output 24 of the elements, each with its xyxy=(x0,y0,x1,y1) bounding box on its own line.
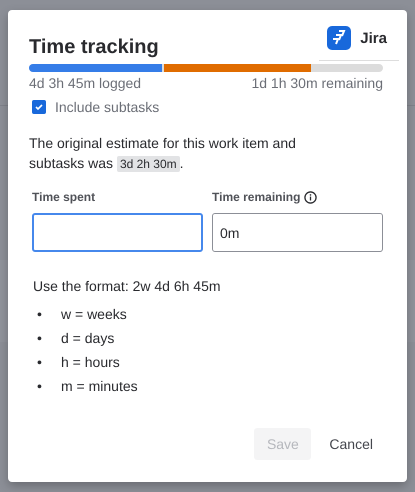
remaining-label: 1d 1h 30m remaining xyxy=(251,75,383,91)
time-input[interactable] xyxy=(32,213,203,252)
bullet: • xyxy=(37,305,43,323)
info-icon[interactable] xyxy=(304,190,318,204)
checkbox-label: Include subtasks xyxy=(55,99,160,115)
checkbox[interactable] xyxy=(32,100,46,114)
cancel-button[interactable]: Cancel xyxy=(319,428,383,460)
time-input[interactable]: 0m xyxy=(212,213,383,252)
field-label: Time spent xyxy=(32,190,96,204)
unit-item: d = days xyxy=(61,329,114,347)
unit-item: w = weeks xyxy=(61,305,127,323)
check-icon xyxy=(34,102,44,112)
bullet: • xyxy=(37,353,43,371)
app-name: Jira xyxy=(360,30,387,46)
bullet: • xyxy=(37,377,43,395)
unit-item: m = minutes xyxy=(61,377,138,395)
logged-label: 4d 3h 45m logged xyxy=(29,75,142,91)
dialog-title: Time tracking xyxy=(29,36,159,59)
estimate-text: The original estimate for this work item and subtasks was 3d 2h 30m . xyxy=(29,134,297,174)
format-hint: Use the format: 2w 4d 6h 45m xyxy=(33,278,222,294)
unit-item: h = hours xyxy=(61,353,120,371)
app-logo-icon xyxy=(327,26,352,50)
bullet: • xyxy=(37,329,43,347)
field-label: Time remaining xyxy=(212,190,300,204)
